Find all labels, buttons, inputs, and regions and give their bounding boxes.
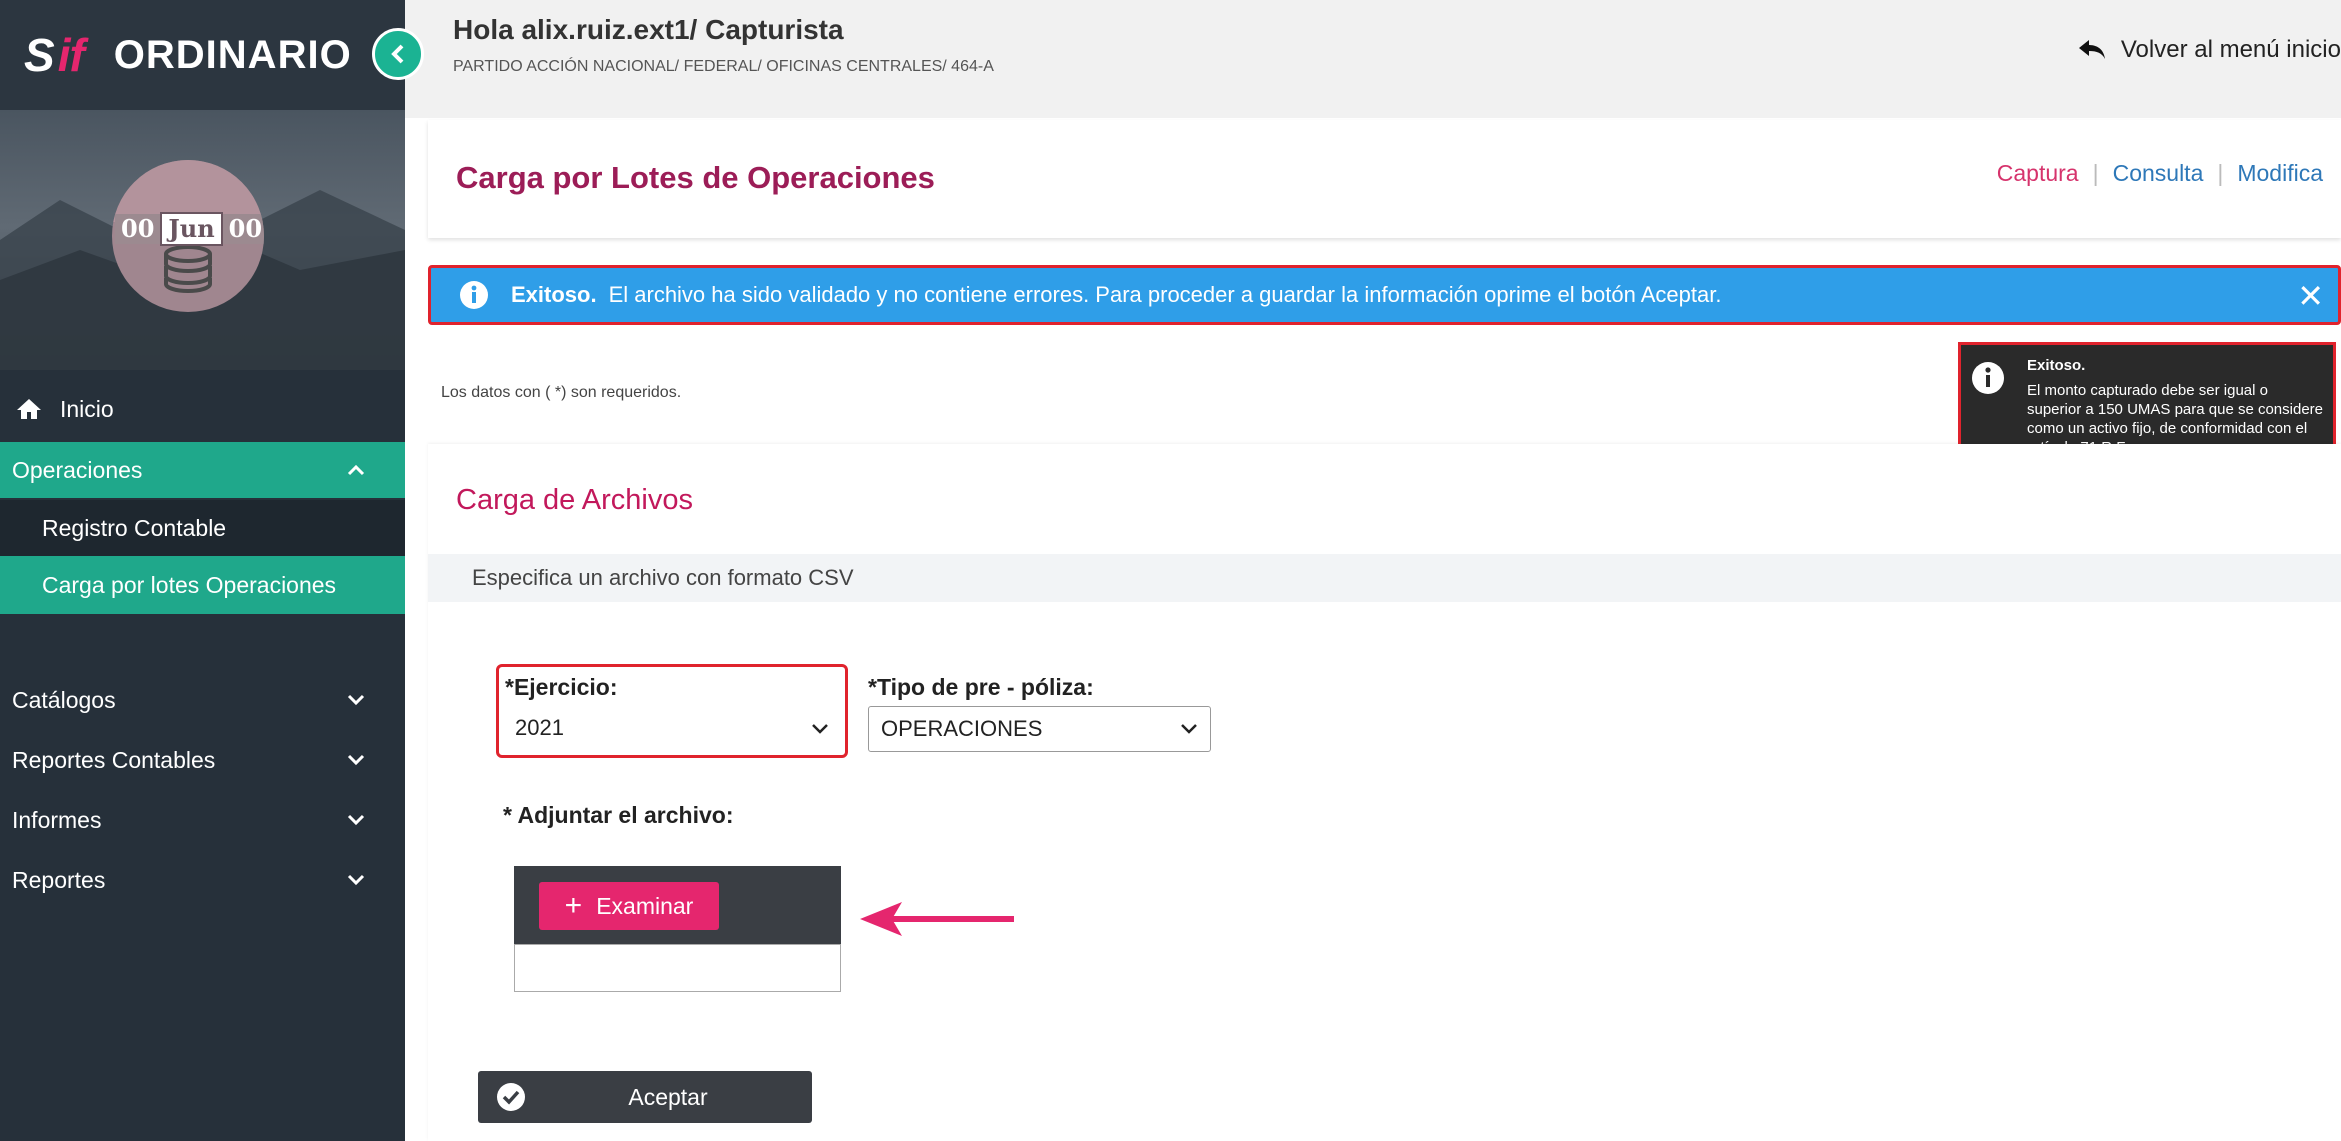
sidebar-item-label: Carga por lotes Operaciones	[42, 571, 337, 598]
sidebar-item-label: Reportes Contables	[12, 746, 216, 773]
back-label: Volver al menú inicio	[2120, 36, 2341, 63]
tab-consulta[interactable]: Consulta	[2113, 160, 2204, 187]
top-header: Hola alix.ruiz.ext1/ Capturista PARTIDO …	[405, 0, 2341, 118]
tipo-label: *Tipo de pre - póliza:	[868, 674, 1094, 700]
info-icon	[460, 281, 488, 309]
upload-card: Carga de Archivos Especifica un archivo …	[428, 444, 2341, 1141]
tab-separator: |	[2217, 160, 2224, 186]
chevron-up-icon	[347, 464, 365, 476]
examinar-label: Examinar	[596, 892, 694, 919]
logo-s: S	[24, 29, 55, 81]
sidebar-item-registro-contable[interactable]: Registro Contable	[0, 500, 405, 556]
aceptar-button[interactable]: Aceptar	[478, 1071, 812, 1123]
sidebar-item-inicio[interactable]: Inicio	[0, 385, 405, 433]
sidebar-item-carga-lotes[interactable]: Carga por lotes Operaciones	[0, 556, 405, 614]
tab-separator: |	[2092, 160, 2099, 186]
sidebar-item-label: Reportes	[12, 866, 106, 893]
avatar: 00 Jun 00	[112, 160, 264, 312]
page-title: Carga por Lotes de Operaciones	[456, 160, 935, 195]
required-note: Los datos con ( *) son requeridos.	[441, 384, 682, 401]
chevron-down-icon	[347, 694, 365, 706]
ejercicio-value: 2021	[515, 715, 564, 740]
reply-arrow-icon	[2078, 40, 2105, 59]
sidebar-item-reportes[interactable]: Reportes	[0, 856, 405, 904]
aceptar-label: Aceptar	[628, 1083, 708, 1110]
upload-header: + Examinar	[514, 866, 841, 944]
chevron-down-icon	[1181, 724, 1197, 734]
alert-strong: Exitoso.	[511, 282, 597, 307]
sidebar-item-label: Operaciones	[12, 456, 143, 483]
back-to-menu-link[interactable]: Volver al menú inicio	[2077, 36, 2341, 64]
card-title: Carga de Archivos	[456, 484, 693, 516]
tipo-select[interactable]: OPERACIONES	[868, 706, 1211, 752]
ejercicio-select[interactable]: 2021	[503, 706, 841, 752]
date-month: Jun	[160, 212, 223, 246]
tab-modifica[interactable]: Modifica	[2237, 160, 2323, 187]
ejercicio-label: *Ejercicio:	[505, 674, 618, 700]
logo-if: if	[57, 29, 85, 81]
close-icon[interactable]: ✕	[2297, 280, 2324, 312]
home-icon	[17, 399, 41, 419]
card-subtitle: Especifica un archivo con formato CSV	[428, 554, 2341, 602]
pointer-arrow-icon	[860, 902, 1014, 936]
file-upload: + Examinar	[514, 866, 841, 992]
brand-title: ORDINARIO	[113, 32, 352, 77]
user-greeting: Hola alix.ruiz.ext1/ Capturista	[453, 14, 844, 45]
sidebar-item-informes[interactable]: Informes	[0, 796, 405, 844]
success-alert: Exitoso. El archivo ha sido validado y n…	[428, 265, 2341, 325]
info-icon	[1972, 362, 2004, 394]
sidebar-item-catalogos[interactable]: Catálogos	[0, 676, 405, 724]
collapse-sidebar-button[interactable]	[372, 28, 424, 80]
tooltip-title: Exitoso.	[2027, 357, 2086, 374]
party-path: PARTIDO ACCIÓN NACIONAL/ FEDERAL/ OFICIN…	[453, 58, 994, 75]
chevron-down-icon	[347, 874, 365, 886]
sidebar-item-label: Inicio	[60, 395, 114, 422]
coins-icon	[164, 245, 212, 293]
sidebar-hero: 00 Jun 00	[0, 110, 405, 370]
chevron-left-icon	[391, 44, 404, 64]
mode-tabs: Captura | Consulta | Modifica	[1997, 160, 2323, 187]
tipo-value: OPERACIONES	[881, 716, 1043, 741]
adjuntar-label: * Adjuntar el archivo:	[503, 802, 734, 828]
sidebar-item-operaciones[interactable]: Operaciones	[0, 442, 405, 498]
tab-captura[interactable]: Captura	[1997, 160, 2079, 187]
chevron-down-icon	[347, 814, 365, 826]
alert-message: El archivo ha sido validado y no contien…	[608, 282, 1722, 307]
examinar-button[interactable]: + Examinar	[539, 882, 719, 930]
sidebar-item-reportes-contables[interactable]: Reportes Contables	[0, 736, 405, 784]
file-name-field[interactable]	[514, 944, 841, 992]
chevron-down-icon	[347, 754, 365, 766]
sidebar-item-label: Informes	[12, 806, 102, 833]
date-badge: 00 Jun 00	[115, 212, 264, 246]
sidebar: S if ORDINARIO 00 Jun 00 Inicio Operacio…	[0, 0, 405, 1141]
plus-icon: +	[564, 889, 583, 922]
brand-bar: S if ORDINARIO	[0, 0, 405, 110]
sif-logo: S if	[24, 28, 85, 82]
page-title-bar: Carga por Lotes de Operaciones Captura |…	[428, 120, 2341, 238]
sidebar-item-label: Catálogos	[12, 686, 116, 713]
date-day: 00	[115, 214, 161, 244]
date-year: 00	[222, 214, 264, 244]
chevron-down-icon	[812, 724, 828, 734]
sidebar-item-label: Registro Contable	[42, 514, 227, 541]
